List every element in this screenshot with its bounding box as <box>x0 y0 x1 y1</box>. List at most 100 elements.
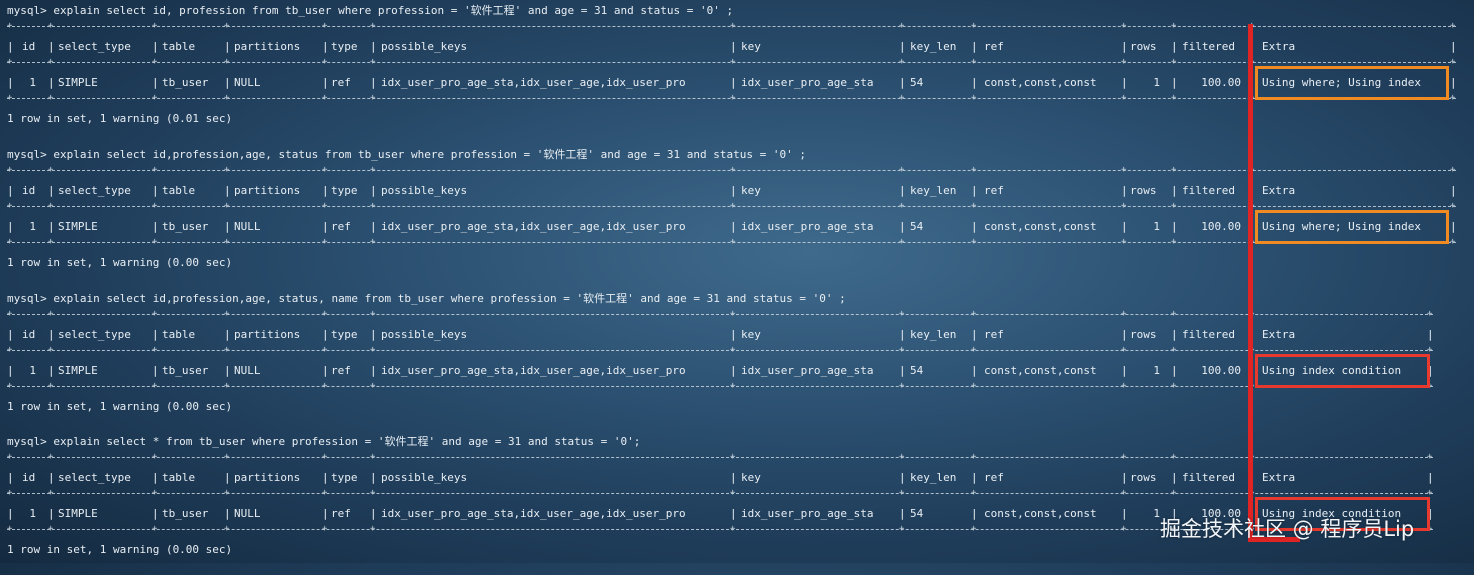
separator-corner: + <box>370 165 376 175</box>
separator-corner: + <box>370 237 376 247</box>
column-divider: | <box>152 40 159 53</box>
separator-corner: + <box>322 345 328 355</box>
table-data-cell[interactable]: 1 <box>29 76 36 90</box>
separator-corner: + <box>1121 201 1127 211</box>
table-data-cell[interactable]: tb_user <box>162 76 208 90</box>
column-divider: | <box>1171 364 1178 377</box>
table-data-cell[interactable]: 54 <box>910 220 923 234</box>
table-data-cell[interactable]: SIMPLE <box>58 76 98 90</box>
column-divider: | <box>224 507 231 520</box>
separator-corner: + <box>899 237 905 247</box>
table-data-cell[interactable]: tb_user <box>162 220 208 234</box>
table-data-cell[interactable]: const,const,const <box>984 507 1097 521</box>
sql-command[interactable]: mysql> explain select * from tb_user whe… <box>7 435 640 449</box>
table-data-cell[interactable]: 54 <box>910 76 923 90</box>
column-divider: | <box>370 184 377 197</box>
separator-corner: + <box>1450 165 1456 175</box>
table-data-cell[interactable]: idx_user_pro_age_sta <box>741 76 873 90</box>
table-data-cell[interactable]: 1 <box>1153 76 1160 90</box>
table-data-cell[interactable]: 1 <box>1153 364 1160 378</box>
separator-corner: + <box>1121 21 1127 31</box>
sql-command[interactable]: mysql> explain select id,profession,age,… <box>7 148 806 162</box>
column-divider: | <box>224 184 231 197</box>
column-divider: | <box>152 220 159 233</box>
separator-corner: + <box>322 488 328 498</box>
separator-corner: + <box>152 309 158 319</box>
table-data-cell[interactable]: idx_user_pro_age_sta <box>741 507 873 521</box>
separator-corner: + <box>1171 345 1177 355</box>
table-header-cell: table <box>162 471 196 484</box>
table-data-cell[interactable]: 1 <box>1153 220 1160 234</box>
table-data-cell[interactable]: idx_user_pro_age_sta,idx_user_age,idx_us… <box>381 507 686 521</box>
table-data-cell[interactable]: 100.00 <box>1201 220 1241 234</box>
table-header-cell: rows <box>1130 40 1157 53</box>
table-header-cell: ref <box>984 40 1004 53</box>
table-header-cell: partitions <box>234 471 301 484</box>
table-data-cell[interactable]: tb_user <box>162 364 208 378</box>
separator-corner: + <box>48 237 54 247</box>
table-data-cell[interactable]: ref <box>331 364 351 378</box>
table-data-cell[interactable]: idx_user_pro_age_sta,idx_user_age,idx_us… <box>381 220 686 234</box>
table-data-cell[interactable]: NULL <box>234 507 261 521</box>
table-data-cell[interactable]: ref <box>331 507 351 521</box>
separator-corner: + <box>1171 381 1177 391</box>
separator-corner: + <box>730 488 736 498</box>
table-data-cell[interactable]: 1 <box>29 220 36 234</box>
separator-corner: + <box>971 165 977 175</box>
sql-command[interactable]: mysql> explain select id,profession,age,… <box>7 292 846 306</box>
column-divider: | <box>152 364 159 377</box>
table-data-cell[interactable]: ref <box>331 220 351 234</box>
table-separator: +++++++++++++ <box>7 237 1456 247</box>
table-header-cell: id <box>22 328 36 341</box>
table-data-cell[interactable]: const,const,const <box>984 220 1097 234</box>
table-data-cell[interactable]: 1 <box>1153 507 1160 521</box>
column-divider: | <box>152 471 159 484</box>
table-data-cell[interactable]: const,const,const <box>984 76 1097 90</box>
separator-corner: + <box>899 524 905 534</box>
table-header-cell: Extra <box>1262 328 1296 341</box>
table-data-cell[interactable]: 1 <box>29 507 36 521</box>
separator-corner: + <box>899 21 905 31</box>
table-data-cell[interactable]: 100.00 <box>1201 364 1241 378</box>
column-divider: | <box>1121 507 1128 520</box>
result-summary: 1 row in set, 1 warning (0.00 sec) <box>7 256 233 269</box>
table-data-cell[interactable]: idx_user_pro_age_sta,idx_user_age,idx_us… <box>381 76 686 90</box>
table-data-cell[interactable]: idx_user_pro_age_sta <box>741 364 873 378</box>
table-data-cell[interactable]: 54 <box>910 507 923 521</box>
table-data-cell[interactable]: ref <box>331 76 351 90</box>
separator-corner: + <box>370 345 376 355</box>
table-data-cell[interactable]: const,const,const <box>984 364 1097 378</box>
separator-corner: + <box>1450 57 1456 67</box>
table-data-cell[interactable]: SIMPLE <box>58 364 98 378</box>
column-divider: | <box>730 220 737 233</box>
column-divider: | <box>899 328 906 341</box>
table-data-cell[interactable]: 100.00 <box>1201 76 1241 90</box>
watermark: 掘金技术社区 @ 程序员Lip <box>1160 517 1415 541</box>
separator-corner: + <box>1427 309 1433 319</box>
sql-command[interactable]: mysql> explain select id, profession fro… <box>7 4 733 18</box>
separator-corner: + <box>322 452 328 462</box>
table-data-cell[interactable]: NULL <box>234 76 261 90</box>
table-header-cell: key <box>741 471 761 484</box>
column-divider: | <box>370 76 377 89</box>
table-data-cell[interactable]: NULL <box>234 364 261 378</box>
table-data-cell[interactable]: SIMPLE <box>58 220 98 234</box>
separator-corner: + <box>1171 237 1177 247</box>
column-divider: | <box>224 220 231 233</box>
column-divider: | <box>730 40 737 53</box>
table-data-cell[interactable]: NULL <box>234 220 261 234</box>
table-data-cell[interactable]: 54 <box>910 364 923 378</box>
table-data-cell[interactable]: SIMPLE <box>58 507 98 521</box>
column-divider: | <box>224 364 231 377</box>
table-data-cell[interactable]: tb_user <box>162 507 208 521</box>
separator-corner: + <box>224 165 230 175</box>
separator-corner: + <box>1450 93 1456 103</box>
table-data-cell[interactable]: idx_user_pro_age_sta <box>741 220 873 234</box>
table-data-cell[interactable]: idx_user_pro_age_sta,idx_user_age,idx_us… <box>381 364 686 378</box>
table-data-cell[interactable]: 1 <box>29 364 36 378</box>
separator-corner: + <box>7 488 13 498</box>
table-separator: +++++++++++++ <box>7 345 1433 355</box>
separator-corner: + <box>730 201 736 211</box>
separator-corner: + <box>1121 345 1127 355</box>
column-divider: | <box>1427 471 1434 484</box>
